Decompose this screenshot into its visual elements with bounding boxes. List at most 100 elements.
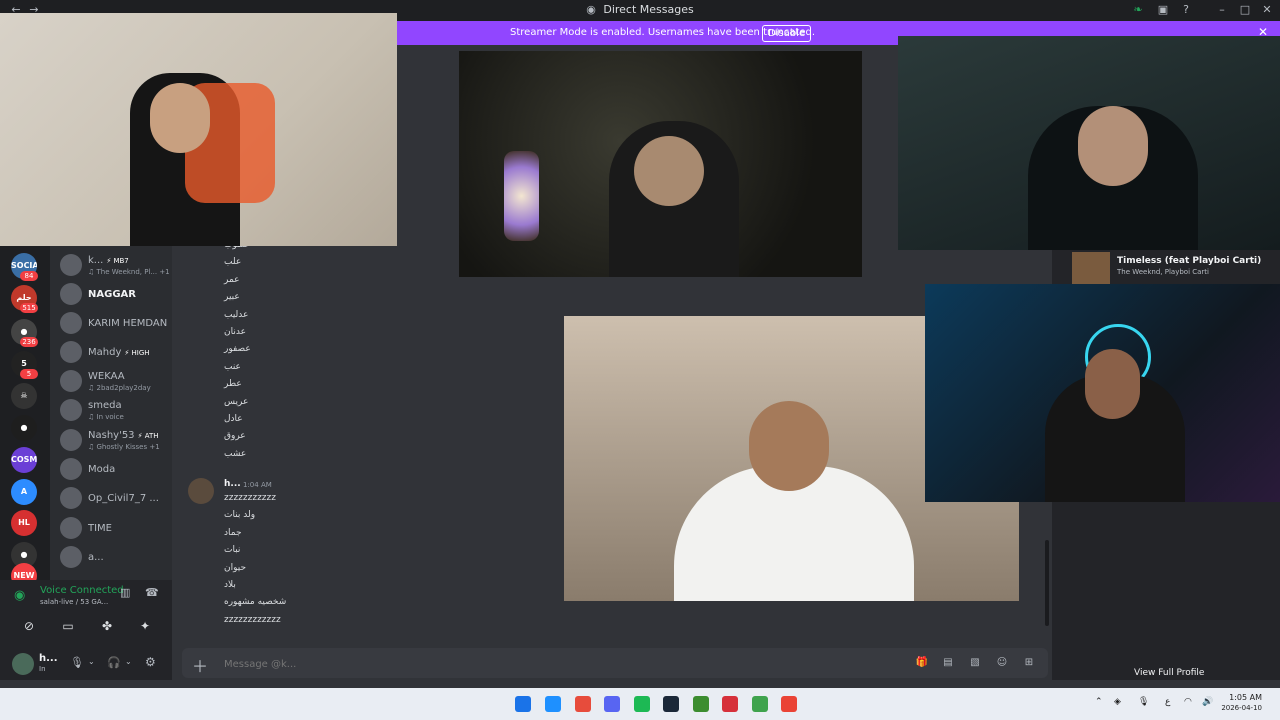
song-title[interactable]: Timeless (feat Playboi Carti)	[1117, 256, 1261, 266]
dm-member-item[interactable]: Mahdy ⚡ HIGH	[55, 338, 171, 366]
add-attachment-button[interactable]: ＋	[192, 653, 208, 677]
taskbar-app-icon[interactable]	[574, 696, 591, 712]
nitro-leaf-icon[interactable]: ❧	[1130, 2, 1146, 18]
disable-streamer-mode-button[interactable]: Disable	[762, 25, 812, 42]
message-text: zzzzzzzzzzzz	[224, 614, 281, 625]
close-window-button[interactable]: ✕	[1259, 2, 1275, 18]
face	[1078, 106, 1148, 186]
mention-badge: 236	[20, 337, 38, 347]
member-name: KARIM HEMDAN	[88, 318, 168, 329]
window-title-text: Direct Messages	[603, 3, 694, 16]
member-activity: ♫ 2bad2play2day	[88, 384, 151, 392]
message-author-avatar[interactable]	[188, 478, 214, 504]
dm-member-item[interactable]: a...	[55, 543, 171, 571]
member-activity: ♫ The Weeknd, Pl... +1	[88, 268, 170, 276]
message-text: ولد بنات	[224, 510, 256, 521]
gif-icon[interactable]: ▤	[940, 655, 956, 671]
emoji-icon[interactable]: ☺	[994, 655, 1010, 671]
member-name: NAGGAR	[88, 289, 136, 300]
minimize-button[interactable]: –	[1214, 2, 1230, 18]
chevron-down-icon[interactable]: ⌄	[88, 657, 95, 666]
avatar	[60, 429, 82, 451]
noise-suppression-icon[interactable]: ▥	[120, 586, 130, 599]
avatar	[60, 517, 82, 539]
message-author[interactable]: h...	[224, 479, 241, 489]
message-text: عروق	[224, 431, 246, 442]
windows-start-button[interactable]	[515, 696, 531, 712]
message-text: عبير	[224, 292, 240, 303]
mention-badge: 5	[20, 369, 38, 379]
message-text: عطر	[224, 379, 242, 390]
view-full-profile-link[interactable]: View Full Profile	[1134, 668, 1204, 678]
message-composer: ＋ 🎁 ▤ ▧ ☺ ⊞	[182, 648, 1048, 678]
disconnect-icon[interactable]: ☎	[145, 586, 159, 599]
screen-share-button[interactable]: ▭	[53, 616, 83, 636]
server-icon[interactable]: HL	[11, 510, 37, 536]
apps-icon[interactable]: ⊞	[1021, 655, 1037, 671]
server-icon[interactable]: COSMIC	[11, 447, 37, 473]
taskbar-app-icon[interactable]	[722, 696, 738, 712]
lantern-decoration	[504, 151, 539, 241]
microphone-icon[interactable]: 🎙	[1138, 697, 1149, 707]
taskbar-app-icon[interactable]	[633, 696, 650, 712]
server-icon[interactable]: ●	[11, 415, 37, 441]
help-icon[interactable]: ?	[1178, 2, 1194, 18]
avatar[interactable]	[12, 653, 34, 675]
maximize-button[interactable]: □	[1237, 2, 1253, 18]
dm-member-item[interactable]: NAGGAR	[55, 280, 171, 308]
username[interactable]: h...	[39, 653, 58, 664]
gift-icon[interactable]: 🎁	[914, 655, 930, 671]
voice-connected-panel: ◉ Voice Connected salah-live / 53 GA... …	[0, 580, 172, 644]
dm-member-item[interactable]: KARIM HEMDAN	[55, 309, 171, 337]
microphone-icon[interactable]: 🎙	[70, 656, 84, 669]
member-name: Moda	[88, 464, 116, 475]
soundboard-button[interactable]: ✦	[130, 616, 160, 636]
chevron-up-icon[interactable]: ⌃	[1095, 697, 1103, 707]
song-artist[interactable]: The Weeknd, Playboi Carti	[1117, 268, 1209, 276]
dm-member-item[interactable]: smeda ♫ In voice	[55, 396, 171, 424]
taskbar-app-icon[interactable]	[692, 696, 709, 712]
dm-member-item[interactable]: Op_Civil7_7 ...	[55, 484, 171, 512]
taskbar-app-icon[interactable]	[545, 696, 561, 712]
taskbar-app-icon[interactable]	[781, 696, 797, 712]
dm-member-item[interactable]: WEKAA ♫ 2bad2play2day	[55, 367, 171, 395]
server-icon[interactable]: ☠	[11, 383, 37, 409]
message-text: شخصيه مشهوره	[224, 597, 287, 608]
dm-member-item[interactable]: k... ⚡ MB7 ♫ The Weeknd, Pl... +1	[55, 251, 171, 279]
member-name: k... ⚡ MB7	[88, 255, 129, 266]
face	[1085, 349, 1140, 419]
taskbar-app-icon[interactable]	[663, 696, 679, 712]
language-indicator[interactable]: ع	[1165, 697, 1170, 707]
gear-icon[interactable]: ⚙	[145, 655, 156, 669]
clock-time[interactable]: 1:05 AM	[1222, 693, 1262, 702]
message-input[interactable]	[222, 654, 826, 674]
dm-member-item[interactable]: TIME	[55, 514, 171, 542]
mention-badge: 84	[20, 271, 38, 281]
message-text: عشب	[224, 448, 247, 459]
signal-icon: ◉	[14, 588, 26, 603]
user-panel: h... In 🎙 ⌄ 🎧 ⌄ ⚙	[0, 644, 172, 680]
volume-icon[interactable]: 🔊	[1202, 697, 1213, 707]
voice-channel-name[interactable]: salah-live / 53 GA...	[40, 598, 108, 606]
activity-button[interactable]: ✤	[92, 616, 122, 636]
chat-scrollbar[interactable]	[1045, 540, 1049, 626]
network-icon[interactable]: ◈	[1114, 697, 1121, 707]
inbox-icon[interactable]: ▣	[1155, 2, 1171, 18]
server-icon[interactable]: A	[11, 479, 37, 505]
message-text: عدنان	[224, 327, 246, 337]
clock-date[interactable]: 2026-04-10	[1217, 704, 1262, 712]
message-timestamp: 1:04 AM	[243, 481, 272, 489]
taskbar-app-icon[interactable]	[604, 696, 620, 712]
avatar	[60, 312, 82, 334]
camera-off-button[interactable]: ⊘	[14, 616, 44, 636]
chevron-down-icon[interactable]: ⌄	[125, 657, 132, 666]
avatar	[60, 370, 82, 392]
headphones-icon[interactable]: 🎧	[107, 656, 121, 669]
voice-status-title[interactable]: Voice Connected	[40, 585, 124, 596]
dm-member-item[interactable]: Nashy'53 ⚡ ATH ♫ Ghostly Kisses +1	[55, 426, 171, 454]
taskbar-app-icon[interactable]	[751, 696, 768, 712]
message-text: نبات	[224, 545, 241, 556]
sticker-icon[interactable]: ▧	[967, 655, 983, 671]
dm-member-item[interactable]: Moda	[55, 455, 171, 483]
wifi-icon[interactable]: ◠	[1184, 697, 1192, 707]
